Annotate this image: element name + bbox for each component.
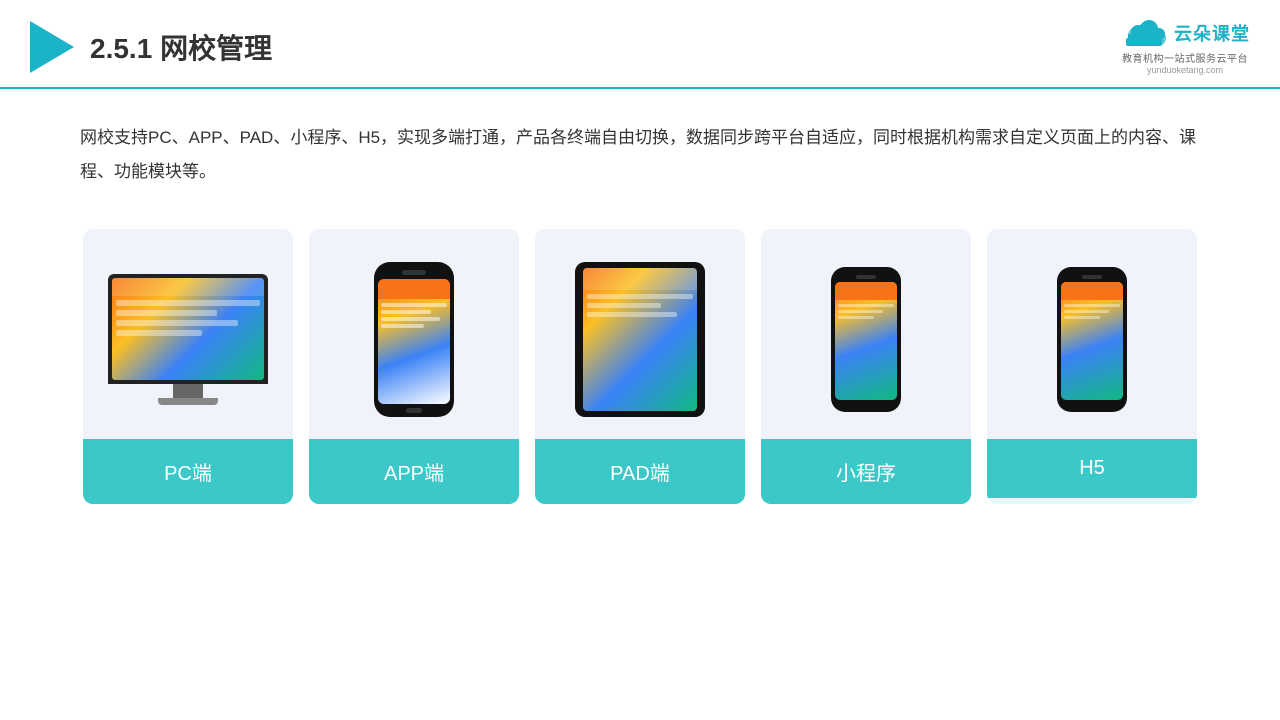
card-miniapp: 小程序	[761, 229, 971, 504]
card-h5: H5	[987, 229, 1197, 504]
cloud-brand-text: 云朵课堂	[1174, 20, 1250, 46]
card-app: APP端	[309, 229, 519, 504]
description-text: 网校支持PC、APP、PAD、小程序、H5，实现多端打通，产品各终端自由切换，数…	[0, 89, 1280, 209]
pad-tablet-icon	[575, 262, 705, 417]
cloud-icon	[1120, 18, 1168, 48]
brand-triangle-icon	[30, 21, 74, 73]
card-app-image	[309, 229, 519, 439]
app-phone-icon	[374, 262, 454, 417]
header: 2.5.1 网校管理 云朵课堂 教育机构一站式服务云平台 yunduoketan…	[0, 0, 1280, 89]
card-pc-label: PC端	[83, 439, 293, 504]
platform-cards: PC端 APP端	[0, 209, 1280, 534]
card-pc: PC端	[83, 229, 293, 504]
h5-phone-icon	[1057, 267, 1127, 412]
card-miniapp-image	[761, 229, 971, 439]
card-pad-label: PAD端	[535, 439, 745, 504]
card-h5-label: H5	[987, 439, 1197, 498]
card-pad: PAD端	[535, 229, 745, 504]
cloud-logo-container: 云朵课堂	[1120, 18, 1250, 48]
brand-logo: 云朵课堂 教育机构一站式服务云平台 yunduoketang.com	[1120, 18, 1250, 75]
cloud-domain: yunduoketang.com	[1147, 65, 1223, 75]
card-pad-image	[535, 229, 745, 439]
header-left: 2.5.1 网校管理	[30, 21, 272, 73]
card-miniapp-label: 小程序	[761, 439, 971, 504]
card-app-label: APP端	[309, 439, 519, 504]
cloud-tagline: 教育机构一站式服务云平台	[1122, 50, 1248, 65]
card-pc-image	[83, 229, 293, 439]
card-h5-image	[987, 229, 1197, 439]
miniapp-phone-icon	[831, 267, 901, 412]
pc-monitor-icon	[108, 274, 268, 405]
page-title: 2.5.1 网校管理	[90, 27, 272, 67]
